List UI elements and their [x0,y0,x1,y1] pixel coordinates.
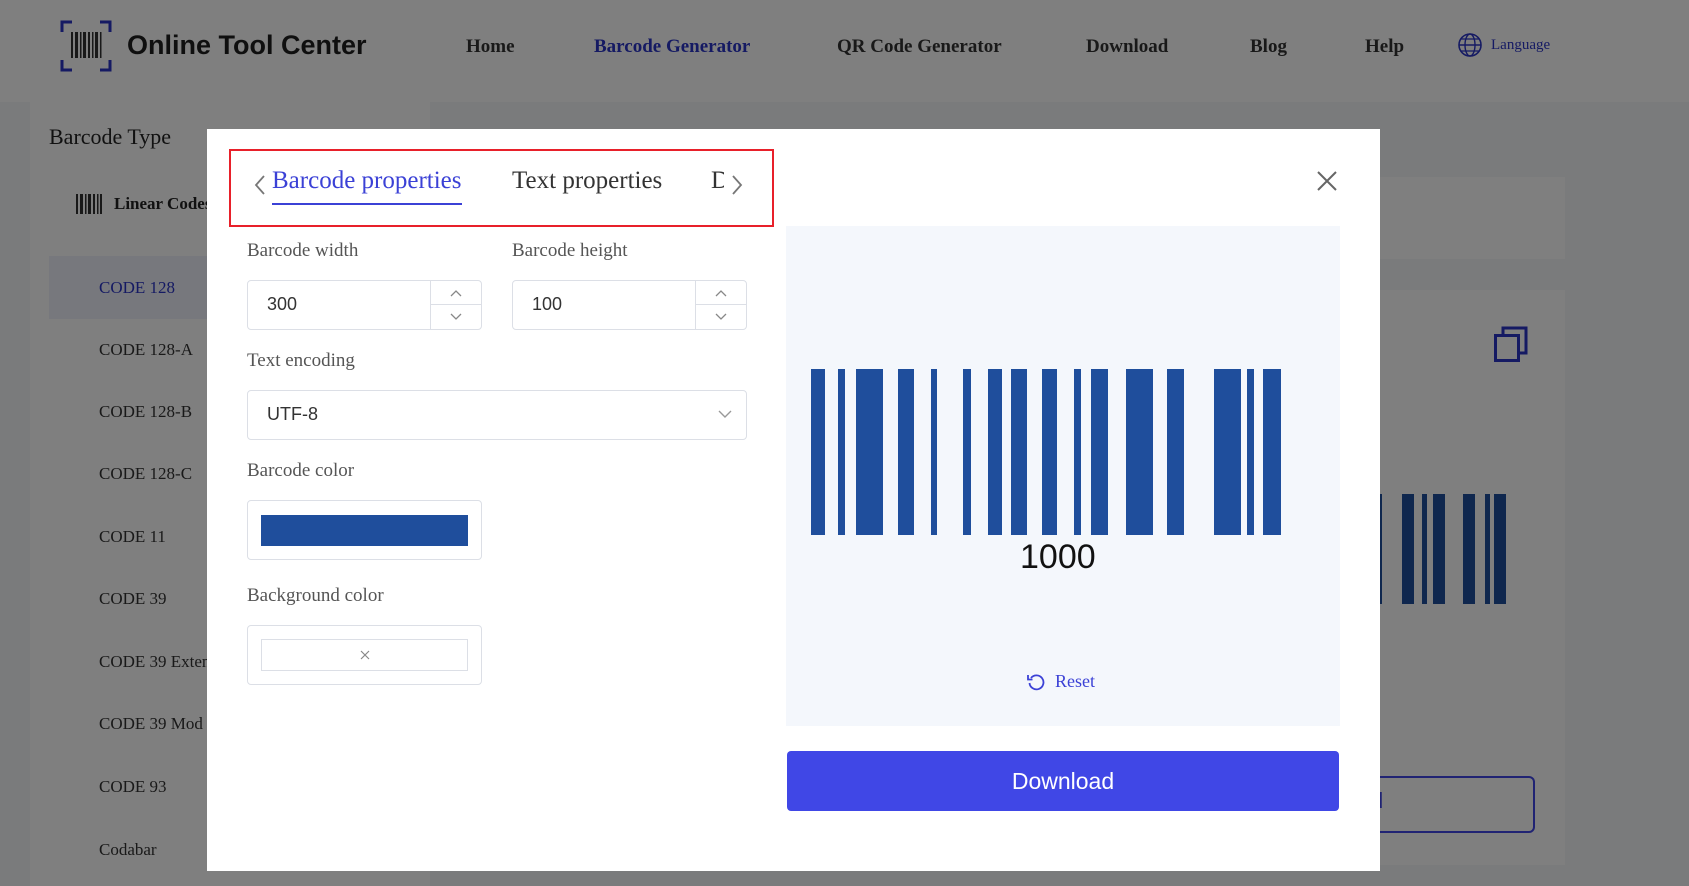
active-tab-indicator [272,203,462,205]
barcode-color-swatch [261,515,468,546]
chevron-right-icon[interactable] [731,174,743,196]
barcode-bar [1042,369,1057,535]
close-icon [360,650,369,660]
background-color-picker[interactable] [247,625,482,685]
reset-button[interactable]: Reset [1027,671,1095,692]
barcode-height-value[interactable]: 100 [532,294,562,315]
increment-button[interactable] [431,281,481,305]
barcode-bar [1247,369,1254,535]
close-icon[interactable] [1316,170,1338,192]
barcode-bar [898,369,914,535]
decrement-button[interactable] [696,305,746,329]
barcode-bar [1074,369,1081,535]
barcode-bar [1091,369,1108,535]
chevron-up-icon [715,289,727,296]
barcode-bar [1214,369,1241,535]
barcode-height-stepper [695,281,746,329]
tab-text-properties[interactable]: Text properties [512,167,662,195]
barcode-bar [1126,369,1153,535]
barcode-bar [1167,369,1184,535]
background-color-swatch [261,639,468,671]
barcode-bar [838,369,845,535]
increment-button[interactable] [696,281,746,305]
text-encoding-value: UTF-8 [267,404,318,424]
barcode-bar [931,369,937,535]
barcode-bar [963,369,971,535]
background-color-label: Background color [247,585,384,606]
download-button[interactable]: Download [787,751,1339,811]
barcode-preview-image [811,369,1281,535]
barcode-bar [1263,369,1281,535]
barcode-width-label: Barcode width [247,240,359,261]
chevron-down-icon [715,313,727,320]
decrement-button[interactable] [431,305,481,329]
text-encoding-select[interactable]: UTF-8 [247,390,747,440]
text-encoding-label: Text encoding [247,350,355,371]
barcode-width-input[interactable]: 300 [247,280,482,330]
barcode-width-value[interactable]: 300 [267,294,297,315]
barcode-width-stepper [430,281,481,329]
barcode-bar [811,369,825,535]
chevron-down-icon [450,313,462,320]
tab-partial-next[interactable]: D [711,167,724,195]
barcode-color-picker[interactable] [247,500,482,560]
barcode-bar [988,369,1002,535]
chevron-down-icon [718,410,732,418]
barcode-height-input[interactable]: 100 [512,280,747,330]
barcode-bar [856,369,883,535]
barcode-color-label: Barcode color [247,460,355,481]
reset-icon [1027,673,1045,690]
reset-label: Reset [1055,671,1095,691]
barcode-height-label: Barcode height [512,240,628,261]
chevron-left-icon[interactable] [254,174,266,196]
barcode-preview-text: 1000 [1020,538,1096,576]
tab-barcode-properties[interactable]: Barcode properties [272,167,462,195]
barcode-bar [1011,369,1027,535]
chevron-up-icon [450,289,462,296]
